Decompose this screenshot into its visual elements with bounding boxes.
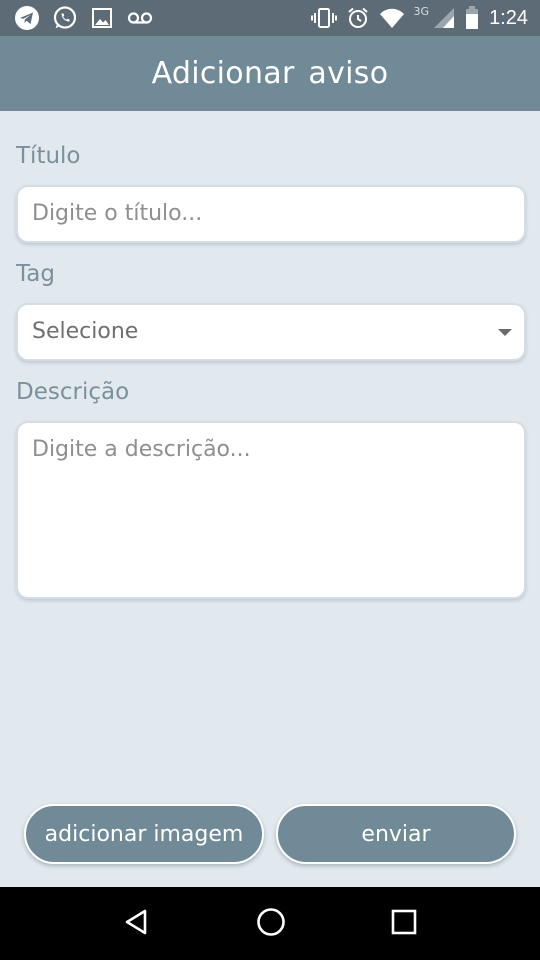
description-placeholder: Digite a descrição... — [32, 437, 251, 462]
add-image-button[interactable]: adicionar imagem — [24, 804, 264, 864]
status-notifications — [14, 5, 166, 31]
voicemail-icon — [126, 8, 154, 28]
recents-icon[interactable] — [390, 908, 418, 940]
page-title: Adicionar aviso — [151, 56, 389, 91]
wifi-icon — [379, 7, 405, 29]
app-bar: Adicionar aviso — [0, 36, 540, 111]
vibrate-icon — [310, 6, 337, 30]
navigation-bar — [0, 887, 540, 960]
image-icon — [90, 6, 114, 30]
network-type-label: 3G — [413, 4, 430, 18]
whatsapp-icon — [52, 5, 78, 31]
battery-icon — [465, 6, 479, 30]
status-system: 3G 1:24 — [302, 4, 528, 30]
home-icon[interactable] — [255, 906, 287, 942]
status-bar: 3G 1:24 — [0, 0, 540, 36]
title-label: Título — [16, 143, 81, 169]
signal-icon — [432, 7, 456, 29]
telegram-icon — [14, 5, 40, 31]
description-textarea[interactable]: Digite a descrição... — [16, 421, 526, 599]
chevron-down-icon — [498, 329, 512, 336]
title-input[interactable]: Digite o título... — [16, 185, 526, 243]
tag-select[interactable]: Selecione — [16, 303, 526, 361]
back-icon[interactable] — [122, 907, 152, 941]
status-clock: 1:24 — [489, 6, 528, 29]
tag-selected-value: Selecione — [32, 319, 139, 344]
title-placeholder: Digite o título... — [32, 201, 203, 226]
alarm-icon — [346, 6, 370, 30]
description-label: Descrição — [16, 379, 130, 405]
send-button[interactable]: enviar — [276, 804, 516, 864]
tag-label: Tag — [16, 261, 55, 287]
